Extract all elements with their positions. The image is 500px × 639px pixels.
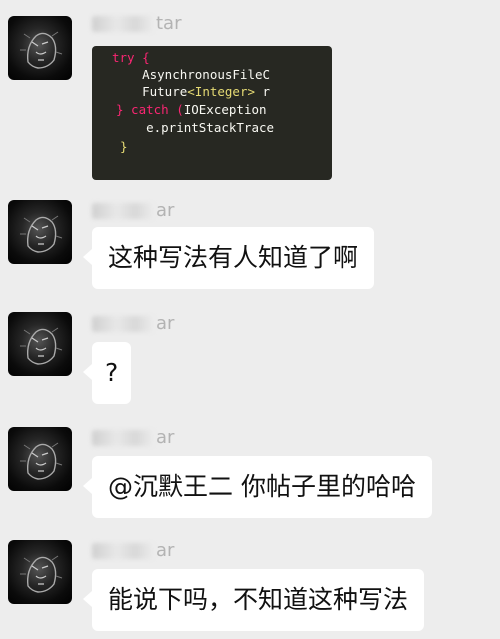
code-line: try {	[112, 50, 150, 65]
blurred-name	[92, 543, 154, 559]
sender-name: ar	[92, 314, 174, 334]
lion-icon	[20, 215, 63, 253]
message-bubble[interactable]: ?	[82, 342, 132, 404]
avatar[interactable]	[8, 16, 72, 80]
avatar[interactable]	[8, 200, 72, 264]
sender-name: ar	[92, 428, 174, 448]
code-screenshot[interactable]: try { AsynchronousFileC Future<Integer> …	[92, 46, 332, 180]
blurred-name	[92, 203, 154, 219]
sender-name: ar	[92, 201, 174, 221]
lion-icon	[20, 327, 63, 365]
lion-icon	[20, 442, 63, 480]
blurred-name	[92, 430, 154, 446]
sender-name: tar	[92, 14, 182, 34]
avatar[interactable]	[8, 427, 72, 491]
message-bubble[interactable]: @沉默王二 你帖子里的哈哈	[83, 456, 432, 518]
blurred-name	[92, 316, 154, 332]
lion-icon	[20, 31, 63, 69]
code-line: } catch (IOException	[116, 102, 267, 117]
avatar[interactable]	[8, 540, 72, 604]
blurred-name	[92, 16, 154, 32]
code-line: }	[120, 139, 128, 154]
sender-name: ar	[92, 541, 174, 561]
message-bubble[interactable]: 能说下吗，不知道这种写法	[82, 569, 425, 631]
chat-message-list: tar try { AsynchronousFileC Future<Integ…	[0, 0, 500, 639]
code-line: Future<Integer> r	[112, 84, 271, 99]
code-line: e.printStackTrace	[116, 120, 275, 135]
message-bubble[interactable]: 这种写法有人知道了啊	[82, 227, 375, 289]
code-line: AsynchronousFileC	[112, 67, 271, 82]
lion-icon	[20, 555, 63, 593]
avatar[interactable]	[8, 312, 72, 376]
